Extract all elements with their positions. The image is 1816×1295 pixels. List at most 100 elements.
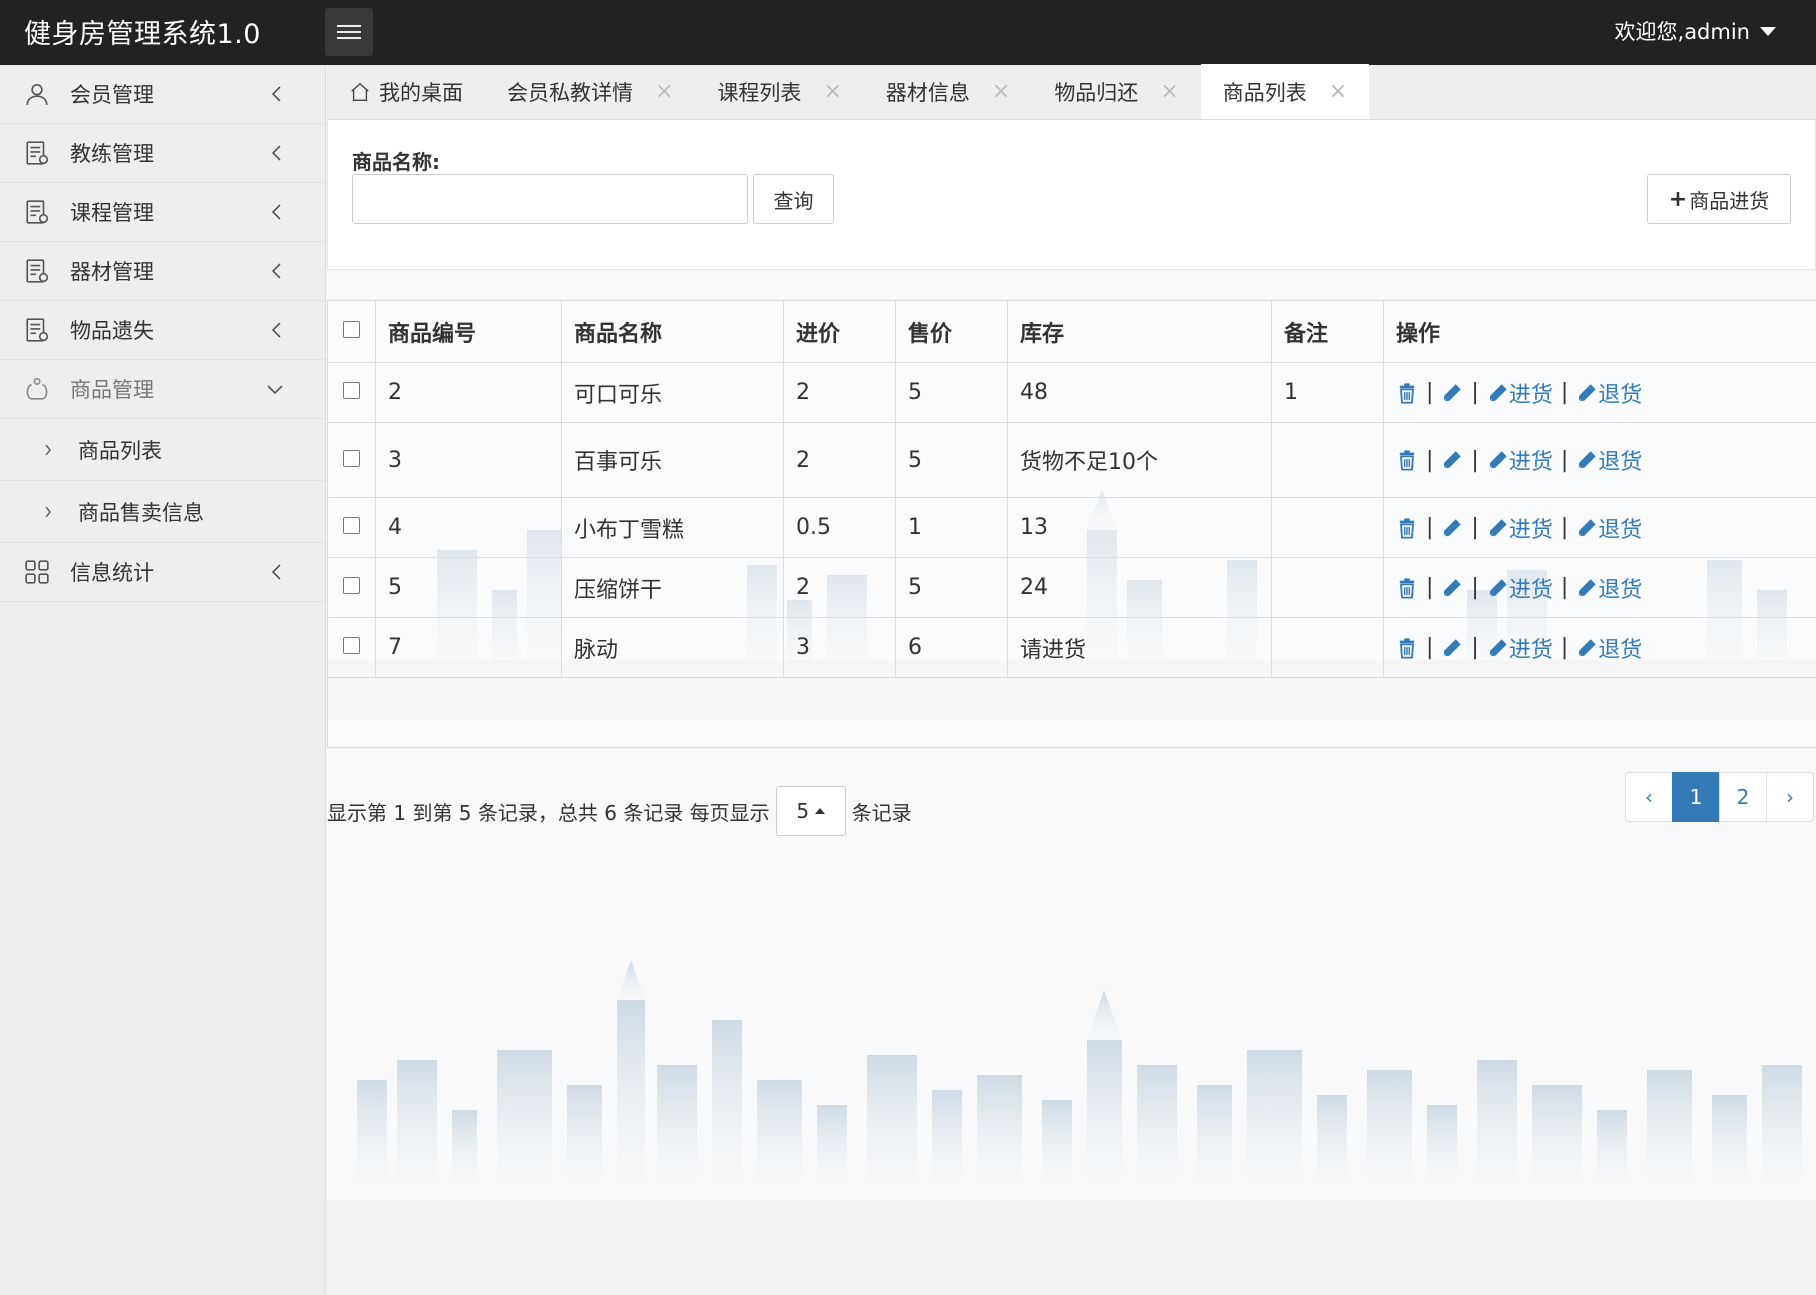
search-panel: 商品名称: 查询 + 商品进货 <box>327 120 1816 270</box>
edit-button[interactable] <box>1441 449 1463 471</box>
delete-button[interactable] <box>1396 637 1418 659</box>
sidebar-item-label: 会员管理 <box>70 83 154 107</box>
column-header[interactable]: 进价 <box>783 300 896 363</box>
select-all-checkbox[interactable] <box>343 321 360 338</box>
pencil-icon <box>1487 517 1509 539</box>
row-checkbox[interactable] <box>343 637 360 654</box>
goods-name-input[interactable] <box>352 174 748 224</box>
pencil-icon <box>1441 637 1463 659</box>
next-page-button[interactable]: › <box>1766 772 1814 822</box>
sidebar-item-members[interactable]: 会员管理 <box>0 65 325 124</box>
sidebar-item-coaches[interactable]: 教练管理 <box>0 124 325 183</box>
tab-label: 器材信息 <box>885 80 970 105</box>
column-header[interactable]: 商品名称 <box>561 300 784 363</box>
return-goods-link[interactable]: 退货 <box>1576 632 1642 664</box>
menu-toggle-button[interactable] <box>325 8 373 56</box>
goods-restock-label: 商品进货 <box>1689 188 1770 213</box>
home-icon <box>351 82 369 101</box>
tab-course-list[interactable]: 课程列表 × <box>695 64 863 119</box>
restock-link[interactable]: 进货 <box>1487 632 1553 664</box>
edit-button[interactable] <box>1441 637 1463 659</box>
sidebar-item-label: 教练管理 <box>70 142 154 166</box>
return-label: 退货 <box>1598 577 1643 603</box>
row-checkbox[interactable] <box>343 382 360 399</box>
query-button[interactable]: 查询 <box>753 174 834 224</box>
column-header[interactable]: 售价 <box>895 300 1008 363</box>
close-icon[interactable]: × <box>992 79 1010 104</box>
trash-icon <box>1396 517 1418 539</box>
return-label: 退货 <box>1598 382 1643 408</box>
edit-button[interactable] <box>1441 517 1463 539</box>
tab-item-return[interactable]: 物品归还 × <box>1032 64 1200 119</box>
action-separator: | <box>1471 575 1479 600</box>
page-size-dropdown[interactable]: 5 <box>775 786 846 836</box>
chevron-right-icon <box>45 506 51 517</box>
close-icon[interactable]: × <box>823 79 841 104</box>
row-checkbox[interactable] <box>343 577 360 594</box>
sidebar-subitem-goods-sales[interactable]: 商品售卖信息 <box>0 481 325 543</box>
sidebar-item-goods[interactable]: 商品管理 <box>0 360 325 419</box>
sidebar-item-label: 课程管理 <box>70 201 154 225</box>
document-icon <box>26 318 49 342</box>
close-icon[interactable]: × <box>1329 79 1347 104</box>
goods-restock-button[interactable]: + 商品进货 <box>1647 174 1791 224</box>
sidebar-subitem-goods-list[interactable]: 商品列表 <box>0 419 325 481</box>
prev-page-button[interactable]: ‹ <box>1625 772 1673 822</box>
row-checkbox[interactable] <box>343 517 360 534</box>
delete-button[interactable] <box>1396 449 1418 471</box>
stock-cell: 24 <box>1007 557 1272 618</box>
pencil-icon <box>1487 382 1509 404</box>
tab-desktop[interactable]: 我的桌面 <box>327 64 485 119</box>
restock-link[interactable]: 进货 <box>1487 444 1553 476</box>
stock-cell: 请进货 <box>1007 617 1272 678</box>
column-header[interactable]: 库存 <box>1007 300 1272 363</box>
cost-price-cell: 2 <box>783 557 896 618</box>
close-icon[interactable]: × <box>655 79 673 104</box>
goods-name-cell: 压缩饼干 <box>561 557 784 618</box>
sidebar-item-courses[interactable]: 课程管理 <box>0 183 325 242</box>
tab-member-coach-detail[interactable]: 会员私教详情 × <box>485 64 695 119</box>
remark-cell: 1 <box>1271 362 1384 423</box>
return-goods-link[interactable]: 退货 <box>1576 377 1642 409</box>
pencil-icon <box>1487 449 1509 471</box>
return-goods-link[interactable]: 退货 <box>1576 572 1642 604</box>
row-select-cell <box>327 617 376 678</box>
delete-button[interactable] <box>1396 517 1418 539</box>
edit-button[interactable] <box>1441 577 1463 599</box>
column-header[interactable]: 备注 <box>1271 300 1384 363</box>
caret-down-icon <box>1760 26 1776 36</box>
delete-button[interactable] <box>1396 382 1418 404</box>
sidebar-item-label: 商品管理 <box>70 378 154 402</box>
restock-link[interactable]: 进货 <box>1487 512 1553 544</box>
row-checkbox[interactable] <box>343 449 360 467</box>
sidebar-item-statistics[interactable]: 信息统计 <box>0 543 325 602</box>
goods-name-cell: 可口可乐 <box>561 362 784 423</box>
operations-cell: | | 进货 | 退货 <box>1383 497 1816 558</box>
sale-price-cell: 5 <box>895 422 1008 498</box>
remark-cell <box>1271 422 1384 498</box>
close-icon[interactable]: × <box>1160 79 1178 104</box>
page-button-1[interactable]: 1 <box>1672 772 1720 822</box>
row-actions: | | 进货 | 退货 <box>1396 444 1804 476</box>
page-button-2[interactable]: 2 <box>1719 772 1767 822</box>
sidebar-item-lost-items[interactable]: 物品遗失 <box>0 301 325 360</box>
tab-equipment-info[interactable]: 器材信息 × <box>864 64 1032 119</box>
return-label: 退货 <box>1598 450 1643 475</box>
edit-button[interactable] <box>1441 382 1463 404</box>
operations-cell: | | 进货 | 退货 <box>1383 617 1816 678</box>
chevron-right-icon <box>45 444 51 455</box>
stock-cell: 48 <box>1007 362 1272 423</box>
sidebar-item-equipment[interactable]: 器材管理 <box>0 242 325 301</box>
tab-goods-list[interactable]: 商品列表 × <box>1200 64 1370 119</box>
return-goods-link[interactable]: 退货 <box>1576 444 1642 476</box>
column-header[interactable]: 商品编号 <box>375 300 562 363</box>
goods-name-cell: 百事可乐 <box>561 422 784 498</box>
return-goods-link[interactable]: 退货 <box>1576 512 1642 544</box>
delete-button[interactable] <box>1396 577 1418 599</box>
row-actions: | | 进货 | 退货 <box>1396 512 1804 544</box>
restock-link[interactable]: 进货 <box>1487 572 1553 604</box>
restock-link[interactable]: 进货 <box>1487 377 1553 409</box>
stock-cell: 13 <box>1007 497 1272 558</box>
action-separator: | <box>1471 635 1479 660</box>
user-menu[interactable]: 欢迎您,admin <box>1615 16 1776 46</box>
